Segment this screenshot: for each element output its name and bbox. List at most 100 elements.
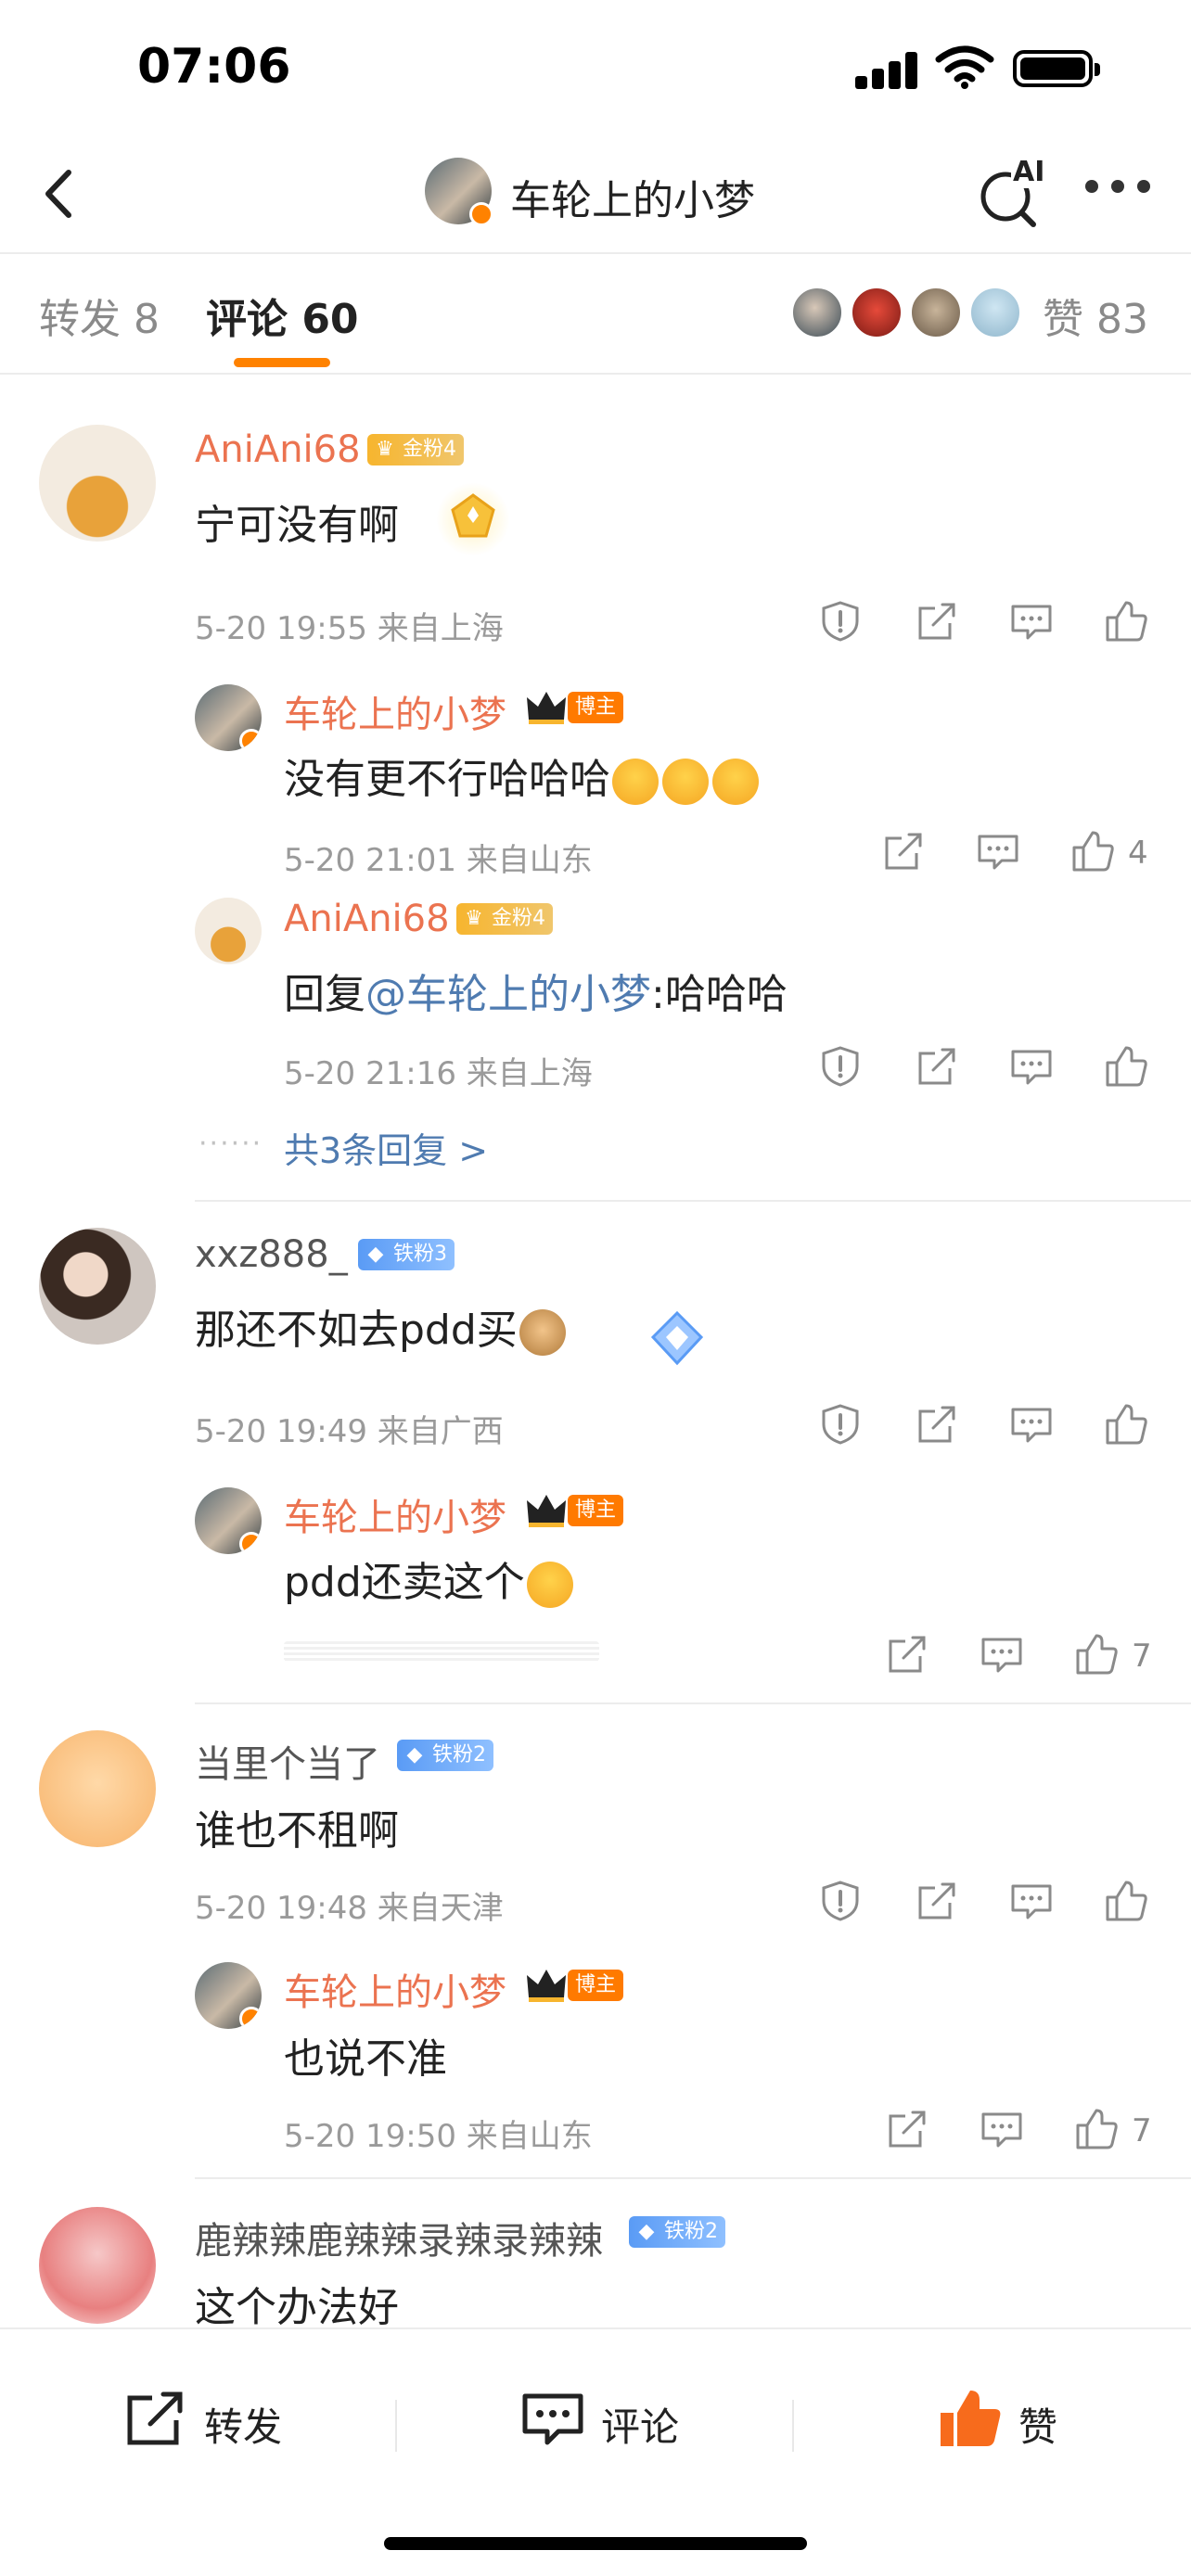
nav-title[interactable]: 车轮上的小梦 bbox=[510, 167, 755, 226]
tab-comments[interactable]: 评论 60 bbox=[206, 286, 359, 345]
back-icon[interactable] bbox=[28, 161, 93, 226]
repost-button[interactable]: 转发 bbox=[122, 2385, 308, 2459]
fan-badge[interactable]: ◆ 铁粉2 bbox=[629, 2216, 725, 2248]
tab-repost[interactable]: 转发 8 bbox=[39, 286, 160, 345]
diamond-icon: ◆ bbox=[406, 1743, 423, 1766]
reply-avatar[interactable] bbox=[195, 1962, 262, 2029]
crown-icon bbox=[527, 1970, 566, 2002]
liker-avatars[interactable] bbox=[790, 286, 1022, 341]
liker-avatar bbox=[790, 286, 844, 339]
comment-icon[interactable] bbox=[1009, 1044, 1054, 1089]
tab-likes[interactable]: 赞 83 bbox=[1043, 286, 1148, 345]
laugh-cry-emoji-icon bbox=[712, 759, 759, 805]
diamond-icon: ◆ bbox=[367, 1243, 384, 1266]
nav-bar: 车轮上的小梦 AI bbox=[0, 139, 1191, 254]
comment-username[interactable]: 鹿辣辣鹿辣辣录辣录辣辣 bbox=[195, 2211, 603, 2264]
fan-badge[interactable]: ◆ 铁粉2 bbox=[397, 1740, 493, 1771]
comment-avatar[interactable] bbox=[39, 425, 156, 542]
mention-link[interactable]: @车轮上的小梦 bbox=[365, 971, 651, 1018]
comment-icon[interactable] bbox=[980, 2107, 1024, 2151]
host-badge: 博主 bbox=[568, 1970, 624, 2001]
divider bbox=[195, 1200, 1191, 1202]
status-time: 07:06 bbox=[137, 39, 291, 95]
thumb-up-icon[interactable] bbox=[1104, 1402, 1148, 1447]
like-button[interactable]: 赞 bbox=[937, 2385, 1085, 2459]
comment-username[interactable]: AniAni68 bbox=[195, 428, 361, 471]
divider bbox=[792, 2400, 794, 2452]
fan-badge[interactable]: ♛ 金粉4 bbox=[456, 903, 553, 935]
comment-username[interactable]: 当里个当了 bbox=[195, 1734, 380, 1788]
comment-icon[interactable] bbox=[980, 1632, 1024, 1677]
thumb-up-icon[interactable] bbox=[1070, 829, 1115, 874]
thumb-up-icon[interactable] bbox=[1104, 1044, 1148, 1089]
reply-meta-placeholder bbox=[284, 1641, 599, 1662]
fan-badge[interactable]: ♛ 金粉4 bbox=[367, 434, 464, 465]
confused-emoji-icon bbox=[526, 1562, 573, 1608]
share-icon[interactable] bbox=[915, 1879, 959, 1923]
crown-icon bbox=[527, 1495, 566, 1527]
thumb-up-icon[interactable] bbox=[1074, 1632, 1119, 1677]
comment-avatar[interactable] bbox=[39, 1730, 156, 1847]
comment-meta: 5-20 19:48 来自天津 bbox=[195, 1890, 504, 1927]
reply-meta: 5-20 21:01 来自山东 bbox=[284, 842, 593, 879]
fan-badge[interactable]: ◆ 铁粉3 bbox=[358, 1239, 455, 1270]
reply-username[interactable]: 车轮上的小梦 bbox=[284, 1487, 506, 1541]
ai-search-button[interactable]: AI bbox=[976, 156, 1050, 230]
reply-text: 回复@车轮上的小梦:哈哈哈 bbox=[284, 971, 788, 1018]
comment-icon[interactable] bbox=[1009, 599, 1054, 644]
reply-avatar[interactable] bbox=[195, 1487, 262, 1554]
verified-icon bbox=[239, 2007, 262, 2029]
reply-meta: 5-20 19:50 来自山东 bbox=[284, 2118, 593, 2155]
thumb-up-icon[interactable] bbox=[1104, 599, 1148, 644]
divider bbox=[395, 2400, 397, 2452]
thumb-up-icon[interactable] bbox=[1074, 2107, 1119, 2151]
reply-username[interactable]: 车轮上的小梦 bbox=[284, 684, 506, 738]
signal-icon bbox=[855, 52, 920, 89]
comment-icon bbox=[522, 2393, 583, 2445]
report-icon[interactable] bbox=[818, 1402, 863, 1447]
crown-icon: ♛ bbox=[376, 438, 394, 461]
fan-decoration-icon bbox=[436, 482, 510, 556]
reply-like-count: 7 bbox=[1132, 2112, 1152, 2149]
comment-avatar[interactable] bbox=[39, 1228, 156, 1345]
report-icon[interactable] bbox=[818, 599, 863, 644]
divider bbox=[195, 1702, 1191, 1704]
comment-button[interactable]: 评论 bbox=[519, 2385, 705, 2459]
diamond-icon: ◆ bbox=[638, 2220, 655, 2243]
thumb-up-icon[interactable] bbox=[1104, 1879, 1148, 1923]
comment-meta: 5-20 19:49 来自广西 bbox=[195, 1413, 504, 1450]
share-icon[interactable] bbox=[885, 2107, 929, 2151]
comment-icon[interactable] bbox=[976, 829, 1020, 874]
cat-emoji-icon bbox=[519, 1309, 566, 1356]
ai-label: AI bbox=[1011, 156, 1047, 188]
more-icon[interactable] bbox=[1085, 180, 1152, 198]
report-icon[interactable] bbox=[818, 1879, 863, 1923]
report-icon[interactable] bbox=[818, 1044, 863, 1089]
laugh-cry-emoji-icon bbox=[662, 759, 709, 805]
divider bbox=[0, 373, 1191, 375]
more-replies-link[interactable]: 共3条回复 > bbox=[284, 1122, 488, 1173]
home-indicator bbox=[384, 2537, 807, 2550]
reply-avatar[interactable] bbox=[195, 898, 262, 964]
share-icon[interactable] bbox=[915, 1402, 959, 1447]
crown-icon: ♛ bbox=[465, 907, 483, 930]
reply-text: 也说不准 bbox=[284, 2035, 447, 2083]
host-badge: 博主 bbox=[568, 692, 624, 723]
reply-username[interactable]: 车轮上的小梦 bbox=[284, 1962, 506, 2016]
wifi-icon bbox=[935, 45, 994, 89]
verified-icon bbox=[469, 202, 493, 226]
active-tab-indicator bbox=[234, 358, 330, 367]
crown-icon bbox=[527, 692, 566, 724]
comment-icon[interactable] bbox=[1009, 1879, 1054, 1923]
reply-username[interactable]: AniAni68 bbox=[284, 898, 450, 940]
share-icon[interactable] bbox=[915, 599, 959, 644]
comment-username[interactable]: xxz888_ bbox=[195, 1233, 348, 1276]
share-icon[interactable] bbox=[881, 829, 926, 874]
share-icon[interactable] bbox=[915, 1044, 959, 1089]
reply-avatar[interactable] bbox=[195, 684, 262, 751]
share-icon[interactable] bbox=[885, 1632, 929, 1677]
author-avatar[interactable] bbox=[425, 158, 493, 226]
comment-icon[interactable] bbox=[1009, 1402, 1054, 1447]
comment-text: 那还不如去pdd买 bbox=[195, 1296, 568, 1356]
comment-avatar[interactable] bbox=[39, 2207, 156, 2324]
